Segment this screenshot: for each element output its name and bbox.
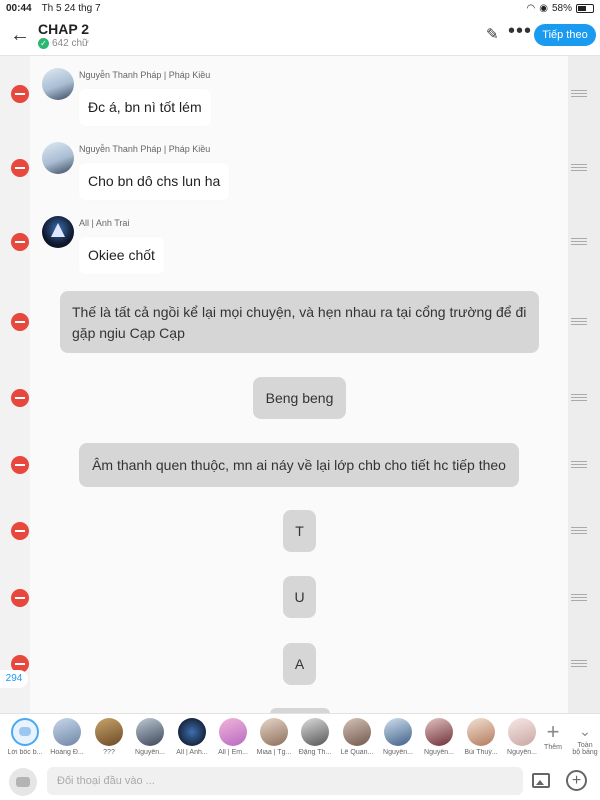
- character-item[interactable]: Bùi Thuỳ...: [461, 718, 501, 762]
- character-item[interactable]: Đặng Th...: [295, 718, 335, 762]
- character-item[interactable]: Lê Quan...: [337, 718, 377, 762]
- message-sender: Nguyễn Thanh Pháp | Pháp Kiều: [79, 70, 211, 80]
- avatar: [53, 718, 81, 746]
- message-count-badge[interactable]: 294: [0, 670, 28, 688]
- delete-message-icon[interactable]: [11, 233, 29, 251]
- drag-handle-icon[interactable]: [571, 90, 587, 97]
- character-item[interactable]: Miaa | Tg...: [254, 718, 294, 762]
- delete-message-icon[interactable]: [11, 389, 29, 407]
- image-icon[interactable]: [532, 773, 550, 788]
- expand-panel-button[interactable]: ⌄ Toàn bộ bảng: [570, 720, 600, 756]
- status-bar: 00:44 Th 5 24 thg 7 ◠ ◉ 58%: [0, 0, 600, 16]
- character-item[interactable]: Nguyễn...: [130, 718, 170, 762]
- add-character-button[interactable]: + Thêm: [540, 719, 566, 752]
- narration-bubble[interactable]: Thế là tất cả ngồi kể lại mọi chuyện, và…: [60, 291, 539, 353]
- avatar: [301, 718, 329, 746]
- status-date: Th 5 24 thg 7: [41, 2, 101, 14]
- more-options-icon[interactable]: •••: [508, 20, 532, 43]
- orientation-lock-icon: ◉: [539, 2, 548, 14]
- character-item[interactable]: Nguyễn...: [502, 718, 542, 762]
- drag-handle-icon[interactable]: [571, 394, 587, 401]
- add-circle-icon[interactable]: +: [566, 770, 587, 791]
- delete-message-icon[interactable]: [11, 85, 29, 103]
- avatar: [178, 718, 206, 746]
- avatar: [467, 718, 495, 746]
- word-count: ✓ 642 chữ: [38, 38, 89, 49]
- character-item[interactable]: All | Em...: [213, 718, 253, 762]
- character-bar: Lời bốc b... Hoàng Đ... ??? Nguyễn... Al…: [0, 713, 600, 763]
- character-item[interactable]: ???: [89, 718, 129, 762]
- battery-icon: [576, 3, 594, 13]
- narration-toggle-icon[interactable]: [9, 768, 37, 796]
- character-item[interactable]: All | Anh...: [172, 718, 212, 762]
- battery-percent: 58%: [551, 2, 572, 14]
- message-sender: All | Anh Trai: [79, 218, 130, 228]
- chevron-down-icon: ⌄: [579, 723, 591, 739]
- word-count-text: 642 chữ: [52, 38, 89, 49]
- avatar: [260, 718, 288, 746]
- message-bubble[interactable]: Cho bn dô chs lun ha: [79, 163, 230, 200]
- chapter-title: CHAP 2: [38, 21, 90, 37]
- delete-message-icon[interactable]: [11, 456, 29, 474]
- plus-icon: +: [546, 719, 560, 744]
- drag-handle-icon[interactable]: [571, 461, 587, 468]
- delete-message-icon[interactable]: [11, 522, 29, 540]
- delete-message-icon[interactable]: [11, 589, 29, 607]
- reorder-rail: [568, 56, 600, 713]
- character-item[interactable]: Hoàng Đ...: [47, 718, 87, 762]
- wifi-icon: ◠: [526, 2, 536, 14]
- back-arrow-icon[interactable]: ←: [10, 24, 32, 46]
- drag-handle-icon[interactable]: [571, 318, 587, 325]
- check-icon: ✓: [38, 38, 49, 49]
- narration-bubble[interactable]: A: [283, 643, 316, 685]
- avatar[interactable]: [42, 68, 74, 100]
- edit-pen-icon[interactable]: ✎: [486, 25, 499, 43]
- avatar: [508, 718, 536, 746]
- drag-handle-icon[interactable]: [571, 660, 587, 667]
- input-bar: +: [0, 763, 600, 800]
- avatar: [219, 718, 247, 746]
- narration-bubble[interactable]: Beng beng: [253, 377, 346, 419]
- top-bar: ← CHAP 2 ✓ 642 chữ ✎ ••• Tiếp theo: [0, 16, 600, 56]
- delete-message-icon[interactable]: [11, 159, 29, 177]
- next-button[interactable]: Tiếp theo: [534, 24, 596, 46]
- narration-bubble[interactable]: T: [283, 510, 316, 552]
- avatar: [136, 718, 164, 746]
- drag-handle-icon[interactable]: [571, 238, 587, 245]
- narration-icon: [11, 718, 39, 746]
- narration-bubble[interactable]: Âm thanh quen thuộc, mn ai náy về lại lớ…: [79, 443, 519, 487]
- delete-rail: [0, 56, 30, 713]
- message-sender: Nguyễn Thanh Pháp | Pháp Kiều: [79, 144, 211, 154]
- status-time: 00:44: [6, 2, 32, 14]
- avatar[interactable]: [42, 216, 74, 248]
- character-narrator[interactable]: Lời bốc b...: [5, 718, 45, 762]
- avatar[interactable]: [42, 142, 74, 174]
- avatar: [425, 718, 453, 746]
- avatar: [95, 718, 123, 746]
- narration-bubble[interactable]: U: [283, 576, 316, 618]
- message-bubble[interactable]: Okiee chốt: [79, 237, 164, 274]
- delete-message-icon[interactable]: [11, 313, 29, 331]
- avatar: [384, 718, 412, 746]
- drag-handle-icon[interactable]: [571, 527, 587, 534]
- drag-handle-icon[interactable]: [571, 594, 587, 601]
- message-bubble[interactable]: Đc á, bn nì tốt lém: [79, 89, 211, 126]
- avatar: [343, 718, 371, 746]
- character-item[interactable]: Nguyễn...: [419, 718, 459, 762]
- dialogue-input[interactable]: [47, 767, 523, 795]
- character-item[interactable]: Nguyễn...: [378, 718, 418, 762]
- drag-handle-icon[interactable]: [571, 164, 587, 171]
